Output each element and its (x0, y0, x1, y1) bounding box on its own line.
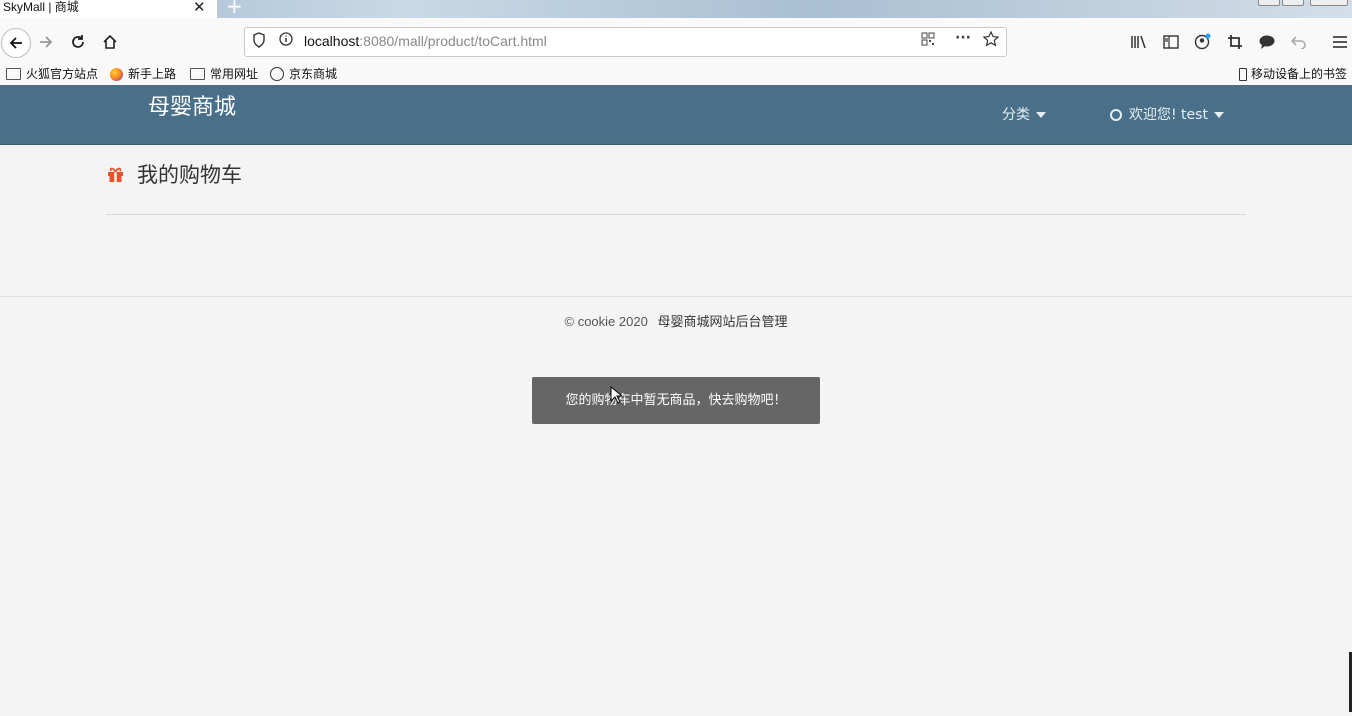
close-window-button[interactable] (1310, 0, 1348, 6)
caret-down-icon (1036, 112, 1046, 118)
site-header: 母婴商城 分类 欢迎您! test (0, 85, 1352, 145)
page-title: 我的购物车 (137, 163, 242, 187)
bookmark-label: 火狐官方站点 (26, 66, 99, 81)
folder-icon (190, 68, 205, 80)
footer-copyright: © cookie 2020 (564, 314, 648, 329)
user-circle-icon (1110, 109, 1122, 121)
globe-icon (270, 67, 284, 81)
caret-down-icon (1213, 112, 1224, 118)
tab-strip: SkyMall | 商城 ✕ + (0, 0, 1352, 18)
site-footer: © cookie 2020 母婴商城网站后台管理 (0, 312, 1352, 332)
shield-icon[interactable] (252, 32, 266, 52)
bookmark-label: 新手上路 (128, 66, 177, 81)
info-icon[interactable] (279, 32, 293, 50)
footer-divider (0, 296, 1352, 297)
window-controls (1252, 0, 1352, 8)
account-icon[interactable] (1191, 30, 1215, 54)
bookmark-label: 京东商城 (289, 66, 338, 81)
back-button[interactable] (1, 28, 31, 58)
sidebar-icon[interactable] (1159, 30, 1183, 54)
home-icon (103, 34, 117, 49)
bookmark-item[interactable]: 京东商城 (270, 65, 337, 83)
url-text[interactable]: localhost:8080/mall/product/toCart.html (304, 33, 547, 50)
reload-button[interactable] (66, 30, 90, 54)
url-path: :8080/mall/product/toCart.html (359, 33, 547, 49)
empty-cart-toast: 您的购物车中暂无商品，快去购物吧！ (532, 377, 820, 424)
minimize-button[interactable] (1258, 0, 1280, 6)
url-host: localhost (304, 33, 360, 49)
new-tab-icon[interactable]: + (226, 0, 243, 16)
home-button[interactable] (98, 30, 122, 54)
user-label: 欢迎您! test (1129, 107, 1208, 123)
library-icon[interactable] (1127, 30, 1151, 54)
arrow-left-icon (9, 37, 22, 49)
browser-tab[interactable]: SkyMall | 商城 ✕ (0, 0, 218, 18)
bookmark-label: 常用网址 (210, 66, 259, 81)
tab-close-icon[interactable]: ✕ (193, 0, 206, 16)
user-dropdown[interactable]: 欢迎您! test (1110, 106, 1224, 124)
bookmark-star-icon[interactable] (982, 30, 1000, 51)
chat-icon[interactable] (1255, 30, 1279, 54)
gift-icon (108, 167, 123, 182)
screenshot-crop-icon[interactable] (1223, 30, 1247, 54)
tab-title: SkyMall | 商城 (3, 0, 79, 14)
bookmark-item[interactable]: 火狐官方站点 (6, 65, 98, 83)
mobile-bookmarks[interactable]: 移动设备上的书签 (1239, 65, 1347, 83)
mouse-cursor-icon (610, 386, 622, 404)
hamburger-menu-icon[interactable] (1328, 30, 1352, 54)
undo-icon[interactable] (1287, 30, 1311, 54)
bookmark-item[interactable]: 新手上路 (110, 65, 176, 83)
category-label: 分类 (1002, 107, 1030, 123)
forward-button[interactable] (34, 30, 58, 54)
title-divider (106, 214, 1246, 215)
mobile-bookmarks-label: 移动设备上的书签 (1251, 66, 1348, 81)
url-bar[interactable]: localhost:8080/mall/product/toCart.html … (244, 27, 1007, 57)
mobile-device-icon (1239, 67, 1247, 81)
footer-admin-link[interactable]: 母婴商城网站后台管理 (657, 314, 787, 329)
bookmark-item[interactable]: 常用网址 (190, 65, 258, 83)
category-dropdown[interactable]: 分类 (1002, 106, 1046, 124)
folder-icon (6, 68, 21, 80)
qr-code-icon[interactable] (921, 32, 935, 50)
more-actions-icon[interactable]: ··· (955, 30, 971, 46)
firefox-icon (110, 67, 123, 81)
maximize-button[interactable] (1282, 0, 1304, 6)
navigation-toolbar: localhost:8080/mall/product/toCart.html … (0, 18, 1352, 64)
site-brand[interactable]: 母婴商城 (148, 93, 236, 123)
arrow-right-icon (40, 36, 53, 48)
bookmarks-toolbar: 火狐官方站点 新手上路 常用网址 京东商城 移动设备上的书签 (0, 64, 1352, 85)
reload-icon (72, 35, 84, 48)
